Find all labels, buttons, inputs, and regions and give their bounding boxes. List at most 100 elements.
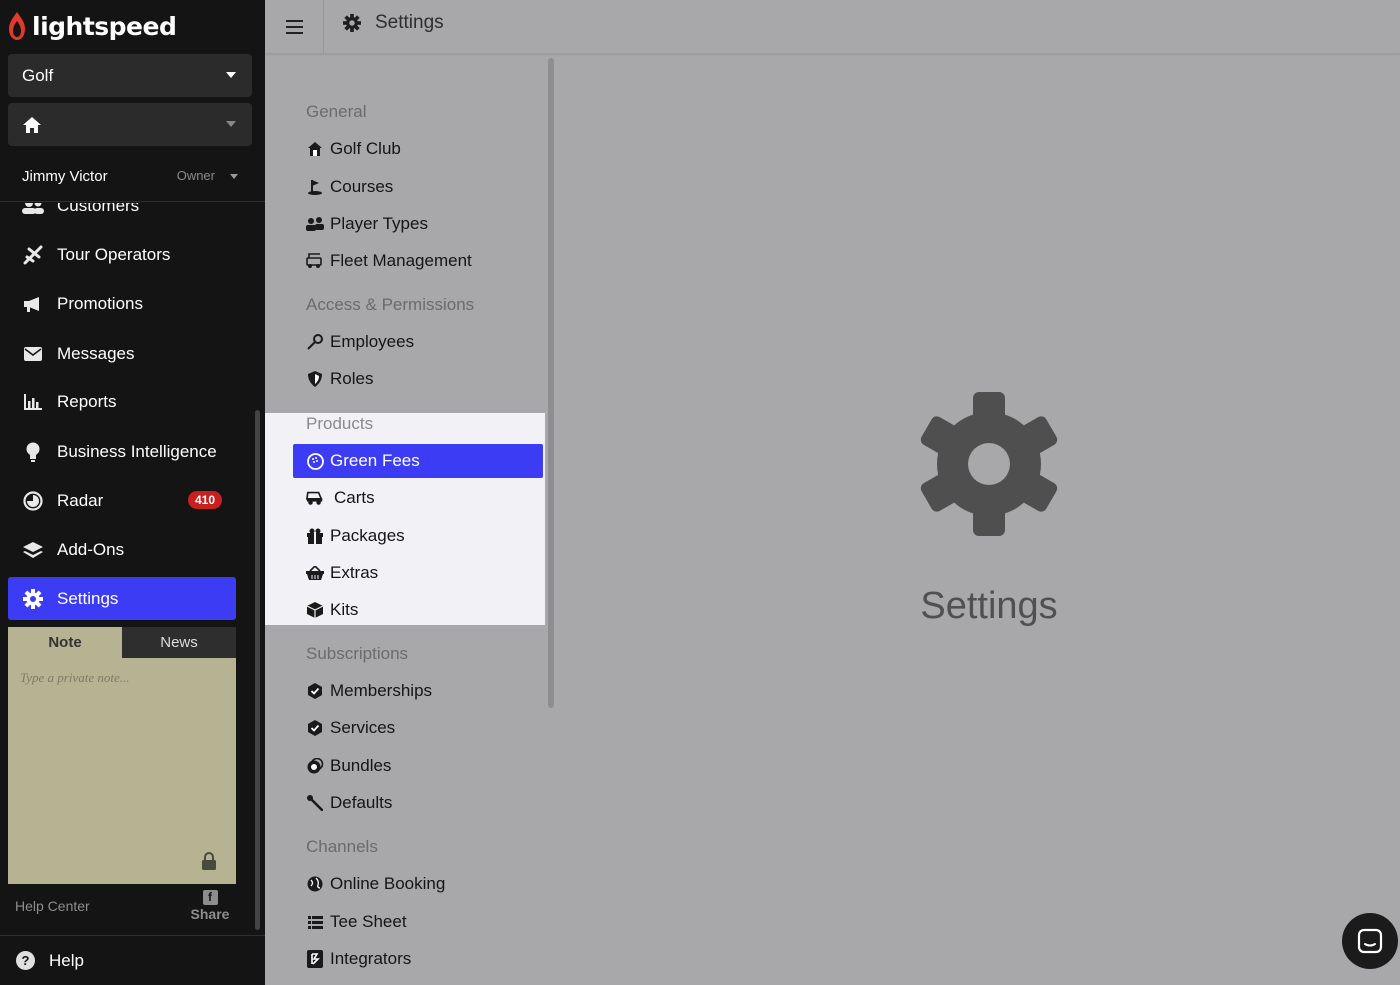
- menu-item-label: Kits: [330, 600, 359, 619]
- menu-item-label: Defaults: [330, 793, 393, 812]
- tab-news[interactable]: News: [122, 627, 236, 658]
- menu-item-courses[interactable]: Courses: [293, 170, 543, 204]
- envelope-icon: [22, 343, 44, 365]
- radar-count-badge: 410: [187, 491, 222, 509]
- group-access-permissions: Access & Permissions: [306, 295, 475, 314]
- chat-launcher-button[interactable]: [1342, 913, 1398, 969]
- chevron-down-icon: [226, 72, 236, 78]
- sidebar-item-tour-operators[interactable]: Tour Operators: [8, 233, 236, 276]
- sidebar-item-messages[interactable]: Messages: [8, 332, 236, 375]
- menu-item-green-fees[interactable]: Green Fees: [293, 444, 543, 478]
- business-select[interactable]: Golf: [8, 54, 252, 97]
- sidebar-item-customers[interactable]: Customers: [8, 203, 236, 227]
- private-note-input[interactable]: Type a private note...: [8, 658, 236, 884]
- shield-icon: [306, 370, 324, 388]
- menu-item-golf-club[interactable]: Golf Club: [293, 132, 543, 166]
- menu-item-label: Courses: [330, 177, 394, 196]
- badge-check-icon: [306, 682, 324, 700]
- clubhouse-icon: [306, 140, 324, 158]
- plane-icon: [22, 244, 44, 266]
- sidebar-item-settings[interactable]: Settings: [8, 577, 236, 620]
- lightbulb-icon: [22, 441, 44, 463]
- settings-menu-scrollbar[interactable]: [548, 58, 554, 708]
- menu-item-fleet-management[interactable]: Fleet Management: [293, 244, 543, 278]
- hamburger-icon: [285, 18, 303, 36]
- menu-item-employees[interactable]: Employees: [293, 325, 543, 359]
- sidebar-item-label: Customers: [57, 203, 140, 215]
- golf-cart-icon: [306, 489, 324, 507]
- chat-icon: [1357, 928, 1383, 954]
- group-products: Products: [306, 414, 374, 433]
- group-channels: Channels: [306, 837, 378, 856]
- menu-item-carts[interactable]: Carts: [293, 481, 543, 515]
- menu-item-label: Roles: [330, 369, 374, 388]
- note-tabs: Note News: [8, 627, 236, 658]
- note-placeholder: Type a private note...: [20, 670, 130, 685]
- menu-item-packages[interactable]: Packages: [293, 519, 543, 553]
- user-role: Owner: [176, 168, 215, 183]
- menu-item-extras[interactable]: Extras: [293, 556, 543, 590]
- layers-icon: [22, 539, 44, 561]
- megaphone-icon: [22, 293, 44, 315]
- gear-icon: [22, 588, 44, 610]
- gear-icon: [343, 14, 361, 32]
- stack-icon: [306, 757, 324, 775]
- menu-item-player-types[interactable]: Player Types: [293, 207, 543, 241]
- sidebar-scrollbar[interactable]: [255, 410, 260, 930]
- sidebar-item-add-ons[interactable]: Add-Ons: [8, 528, 236, 571]
- group-general: General: [306, 102, 367, 121]
- menu-item-memberships[interactable]: Memberships: [293, 674, 543, 708]
- sidebar-item-label: Promotions: [57, 293, 143, 313]
- facebook-icon: f: [202, 890, 218, 905]
- tab-note[interactable]: Note: [8, 627, 122, 658]
- menu-item-services[interactable]: Services: [293, 711, 543, 745]
- sidebar-item-business-intelligence[interactable]: Business Intelligence: [8, 430, 236, 473]
- share-button[interactable]: f Share: [190, 890, 230, 922]
- flame-icon: [9, 12, 25, 40]
- menu-item-bundles[interactable]: Bundles: [293, 749, 543, 783]
- menu-item-integrators[interactable]: Integrators: [293, 942, 543, 976]
- menu-item-tee-sheet[interactable]: Tee Sheet: [293, 905, 543, 939]
- location-select[interactable]: [8, 103, 252, 146]
- menu-item-label: Services: [330, 718, 396, 737]
- chevron-down-icon: [226, 121, 236, 127]
- user-menu[interactable]: Jimmy Victor Owner: [0, 152, 265, 202]
- golf-flag-icon: [306, 178, 324, 196]
- user-name: Jimmy Victor: [22, 168, 108, 185]
- menu-item-kits[interactable]: Kits: [293, 593, 543, 627]
- radar-icon: [22, 490, 44, 512]
- menu-item-label: Fleet Management: [330, 251, 472, 270]
- menu-toggle-button[interactable]: [265, 0, 324, 54]
- menu-item-label: Employees: [330, 332, 415, 351]
- gear-icon: [920, 392, 1058, 536]
- users-icon: [22, 203, 44, 217]
- plug-icon: [306, 950, 324, 968]
- sidebar-item-radar[interactable]: Radar 410: [8, 479, 236, 522]
- business-select-value: Golf: [22, 65, 54, 85]
- badge-check-icon: [306, 719, 324, 737]
- placeholder-title: Settings: [920, 585, 1058, 627]
- menu-item-label: Integrators: [330, 949, 412, 968]
- help-center-link[interactable]: Help Center: [15, 898, 90, 914]
- lock-icon[interactable]: [202, 852, 216, 870]
- sidebar-item-promotions[interactable]: Promotions: [8, 282, 236, 325]
- lightspeed-logo[interactable]: lightspeed: [8, 8, 177, 44]
- help-button[interactable]: ? Help: [0, 935, 265, 985]
- menu-item-label: Player Types: [330, 214, 428, 233]
- sidebar-item-label: Business Intelligence: [57, 441, 217, 461]
- sidebar: lightspeed Golf Jimmy Victor Owner Custo…: [0, 0, 265, 985]
- sidebar-nav: Customers Tour Operators Promotions Mess…: [0, 203, 258, 623]
- menu-item-label: Memberships: [330, 681, 433, 700]
- sidebar-item-reports[interactable]: Reports: [8, 380, 236, 423]
- fleet-icon: [306, 252, 324, 270]
- help-label: Help: [49, 950, 84, 970]
- menu-item-label: Bundles: [330, 756, 392, 775]
- menu-item-label: Extras: [330, 563, 379, 582]
- sidebar-item-label: Reports: [57, 391, 117, 411]
- menu-item-online-booking[interactable]: Online Booking: [293, 867, 543, 901]
- menu-item-defaults[interactable]: Defaults: [293, 786, 543, 820]
- sidebar-item-label: Radar: [57, 490, 104, 510]
- golf-ball-icon: [306, 452, 324, 470]
- box-icon: [306, 601, 324, 619]
- menu-item-roles[interactable]: Roles: [293, 362, 543, 396]
